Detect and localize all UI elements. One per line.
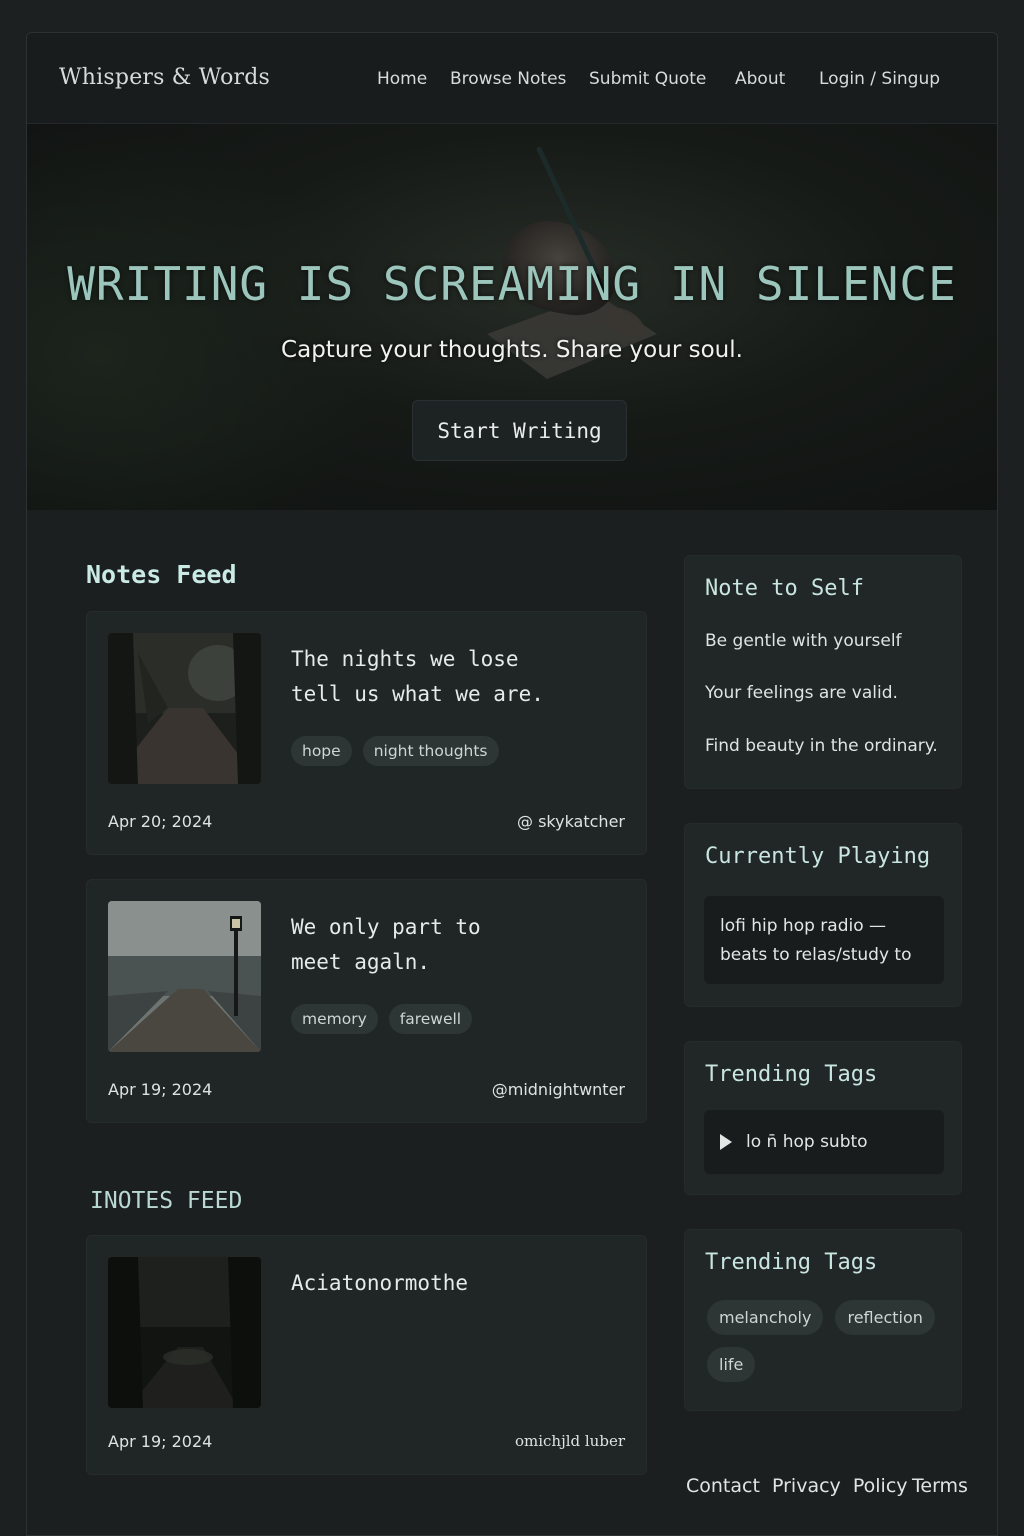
note-card[interactable]: The nights we lose tell us what we are. … (86, 611, 647, 855)
note-author[interactable]: @midnightwnter (492, 1080, 625, 1099)
note-author[interactable]: @ skykatcher (517, 812, 625, 831)
note-date: Apr 19; 2024 (108, 1080, 213, 1099)
note-quote: Aciatonormothe (291, 1271, 469, 1295)
currently-playing-card: Currently Playing lofi hip hop radio — b… (684, 823, 962, 1007)
note-tags: memory farewell (291, 1004, 473, 1034)
trending-tags-title: Trending Tags (705, 1250, 878, 1275)
tag-chip[interactable]: melancholy (707, 1300, 824, 1335)
tag-chip[interactable]: hope (291, 736, 352, 766)
note-tags: hope night thoughts (291, 736, 499, 766)
nav-link-about[interactable]: About (735, 69, 785, 89)
tag-chip[interactable]: reflection (835, 1300, 935, 1335)
brand-logo[interactable]: Whispers & Words (59, 65, 270, 90)
tag-chip[interactable]: memory (291, 1004, 378, 1034)
note-card[interactable]: We only part to meet agaln. memory farew… (86, 879, 647, 1123)
footer-link-terms[interactable]: Terms (912, 1475, 968, 1497)
note-card[interactable]: Aciatonormothe Apr 19; 2024 omichjld lub… (86, 1235, 647, 1475)
dark-forest-thumbnail (108, 1257, 261, 1408)
notes-feed-title: Notes Feed (86, 560, 237, 589)
note-date: Apr 19; 2024 (108, 1432, 213, 1451)
tag-chip[interactable]: night thoughts (362, 736, 499, 766)
tag-chip[interactable]: farewell (388, 1004, 473, 1034)
note-line: Find beauty in the ordinary. (705, 736, 938, 756)
note-author[interactable]: omichjld luber (515, 1432, 625, 1450)
note-date: Apr 20; 2024 (108, 812, 213, 831)
hero-background (27, 124, 387, 510)
misty-lamppost-thumbnail (108, 901, 261, 1052)
navbar: Whispers & Words Home Browse Notes Submi… (27, 33, 997, 124)
page-frame: Whispers & Words Home Browse Notes Submi… (26, 32, 998, 1536)
note-to-self-card: Note to Self Be gentle with yourself You… (684, 555, 962, 789)
nav-link-home[interactable]: Home (377, 69, 427, 89)
start-writing-button[interactable]: Start Writing (412, 400, 627, 461)
trending-track: lo n̄ hop subto (746, 1131, 868, 1152)
nav-link-submit-quote[interactable]: Submit Quote (589, 69, 706, 89)
note-quote: The nights we lose tell us what we are. (291, 647, 544, 706)
note-to-self-title: Note to Self (705, 576, 864, 601)
note-line: Be gentle with yourself (705, 631, 902, 651)
trending-tags-title: Trending Tags (705, 1062, 878, 1087)
hero-section: WRITING IS SCREAMING IN SILENCE Capture … (27, 124, 997, 510)
now-playing-track[interactable]: lofi hip hop radio — beats to relas/stud… (704, 896, 944, 984)
footer-link-privacy-policy[interactable]: Privacy Policy (772, 1475, 908, 1497)
nav-link-login[interactable]: Login / Singup (819, 69, 940, 89)
hero-title: WRITING IS SCREAMING IN SILENCE (67, 257, 957, 311)
trending-tags-card: Trending Tags melancholy reflection life (684, 1229, 962, 1411)
play-icon[interactable] (720, 1134, 732, 1150)
trending-player-card: Trending Tags lo n̄ hop subto (684, 1041, 962, 1195)
note-line: Your feelings are valid. (705, 683, 898, 703)
footer-link-contact[interactable]: Contact (686, 1475, 760, 1497)
currently-playing-title: Currently Playing (705, 844, 931, 869)
note-quote: We only part to meet agaln. (291, 915, 481, 974)
hero-subtitle: Capture your thoughts. Share your soul. (281, 337, 743, 363)
notes-feed-title-secondary: INOTES FEED (90, 1188, 243, 1214)
nav-link-browse-notes[interactable]: Browse Notes (450, 69, 566, 89)
trending-player[interactable]: lo n̄ hop subto (704, 1110, 944, 1174)
forest-path-thumbnail (108, 633, 261, 784)
tag-chip[interactable]: life (707, 1347, 756, 1382)
trending-tag-list: melancholy reflection life (707, 1300, 947, 1382)
